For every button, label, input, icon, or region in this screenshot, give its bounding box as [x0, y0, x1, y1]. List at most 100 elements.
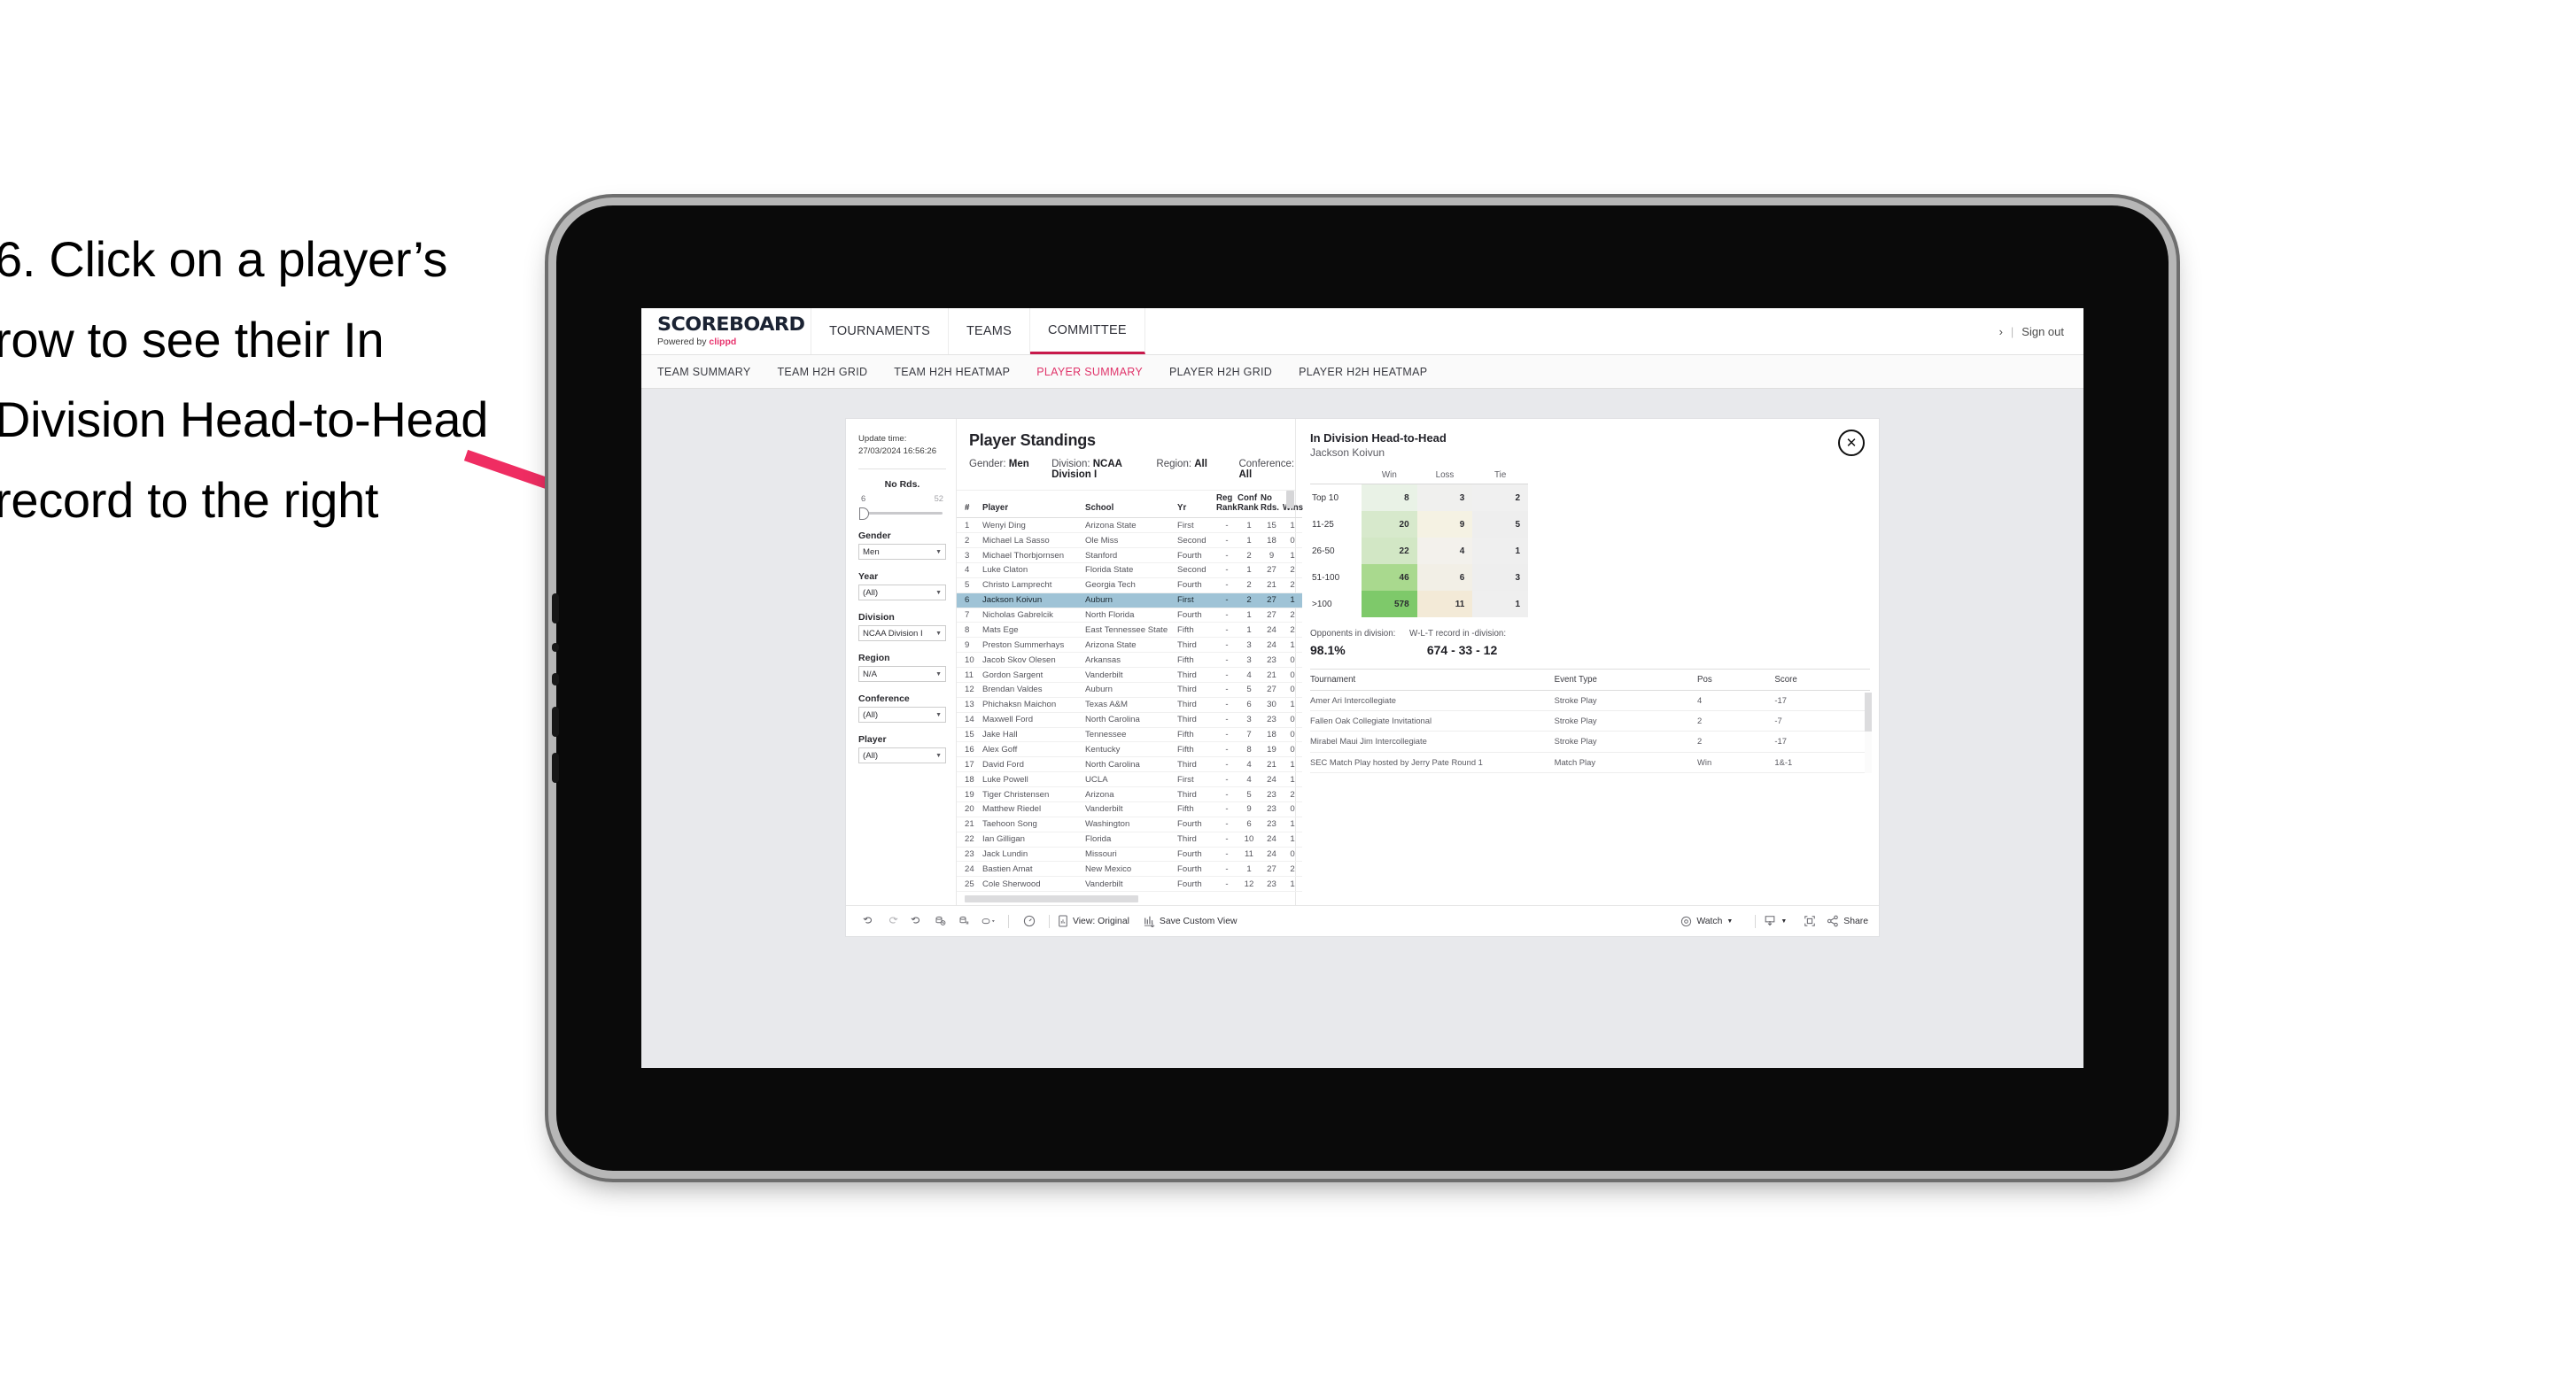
table-row[interactable]: 11 Gordon Sargent Vanderbilt Third -4 21 0 [957, 667, 1302, 683]
save-custom-view-button[interactable]: Save Custom View [1144, 915, 1238, 928]
chevron-down-icon[interactable]: ▼ [935, 590, 942, 596]
hscroll-thumb[interactable] [965, 895, 1138, 903]
table-row[interactable]: 25 Cole Sherwood Vanderbilt Fourth -12 23 1 [957, 876, 1302, 893]
table-row[interactable]: 10 Jacob Skov Olesen Arkansas Fifth -3 23 0 [957, 652, 1302, 669]
table-row[interactable]: 15 Jake Hall Tennessee Fifth -7 18 0 [957, 727, 1302, 743]
tab-player-h2h-grid[interactable]: PLAYER H2H GRID [1169, 366, 1272, 378]
filter-select-year[interactable]: (All) ▼ [858, 585, 946, 601]
refresh-icon[interactable] [928, 910, 952, 933]
table-row[interactable]: 19 Tiger Christensen Arizona Third -5 23 2 [957, 786, 1302, 802]
list-item[interactable]: Fallen Oak Collegiate Invitational Stroke… [1310, 710, 1870, 732]
heatmap-cell[interactable]: 22 [1362, 538, 1417, 564]
col-event-type[interactable]: Event Type [1554, 670, 1698, 691]
standings-horizontal-scrollbar[interactable] [957, 892, 1295, 905]
table-row[interactable]: 16 Alex Goff Kentucky Fifth -8 19 0 [957, 741, 1302, 758]
col-score[interactable]: Score [1774, 670, 1870, 691]
table-row[interactable]: 6 Jackson Koivun Auburn First -2 27 1 [957, 592, 1302, 608]
heatmap-cell[interactable]: 9 [1416, 511, 1473, 538]
share-button[interactable]: Share [1827, 915, 1868, 927]
pause-updates-icon[interactable] [1017, 910, 1041, 933]
table-row[interactable]: 2 Michael La Sasso Ole Miss Second -1 18 0 [957, 532, 1302, 549]
heatmap-cell[interactable]: 46 [1362, 564, 1417, 591]
tournament-scrollbar[interactable] [1865, 693, 1872, 773]
nav-item-tournaments[interactable]: TOURNAMENTS [811, 308, 949, 354]
heatmap-cell[interactable]: 578 [1362, 591, 1417, 617]
table-row[interactable]: 1 Wenyi Ding Arizona State First -1 15 1 [957, 517, 1302, 534]
tournament-scroll-thumb[interactable] [1865, 693, 1872, 732]
heatmap-cell[interactable]: 4 [1416, 538, 1473, 564]
col-player[interactable]: Player [982, 491, 1085, 519]
table-row[interactable]: 20 Matthew Riedel Vanderbilt Fifth -9 23 0 [957, 801, 1302, 817]
col-rank[interactable]: # [957, 491, 982, 519]
tab-player-h2h-heatmap[interactable]: PLAYER H2H HEATMAP [1299, 366, 1427, 378]
chevron-down-icon[interactable]: ▼ [935, 671, 942, 678]
pause-auto-icon[interactable] [976, 910, 1000, 933]
heatmap-cell[interactable]: 8 [1362, 484, 1417, 511]
table-row[interactable]: 5 Christo Lamprecht Georgia Tech Fourth -2 21… [957, 577, 1302, 593]
view-original-button[interactable]: View: Original [1058, 915, 1129, 927]
download-button[interactable]: ▼ [1764, 915, 1787, 927]
tab-player-summary[interactable]: PLAYER SUMMARY [1036, 366, 1143, 378]
filter-select-player[interactable]: (All) ▼ [858, 747, 946, 764]
col-reg-rank[interactable]: Reg Rank [1216, 491, 1238, 519]
fullscreen-icon[interactable] [1797, 910, 1821, 933]
col-year[interactable]: Yr [1177, 491, 1216, 519]
table-row[interactable]: 13 Phichaksn Maichon Texas A&M Third -6 30 1 [957, 697, 1302, 713]
table-row[interactable]: 22 Ian Gilligan Florida Third -10 24 1 [957, 832, 1302, 848]
chevron-down-icon[interactable]: ▼ [935, 549, 942, 555]
chevron-down-icon[interactable]: ▼ [935, 631, 942, 637]
sign-out-link[interactable]: Sign out [2021, 325, 2064, 338]
table-row[interactable]: 8 Mats Ege East Tennessee State Fifth -1 24 2 [957, 622, 1302, 639]
heatmap-cell[interactable]: 1 [1472, 591, 1528, 617]
heatmap-cell[interactable]: 11 [1416, 591, 1473, 617]
tab-team-h2h-heatmap[interactable]: TEAM H2H HEATMAP [894, 366, 1010, 378]
redo-icon[interactable] [881, 910, 904, 933]
table-row[interactable]: 23 Jack Lundin Missouri Fourth -11 24 0 [957, 847, 1302, 863]
tab-team-summary[interactable]: TEAM SUMMARY [657, 366, 750, 378]
watch-button[interactable]: Watch ▼ [1680, 916, 1733, 927]
heatmap-cell[interactable]: 2 [1472, 484, 1528, 511]
chevron-down-icon[interactable]: ▼ [935, 753, 942, 759]
account-caret-icon[interactable]: › [1999, 325, 2003, 338]
chevron-down-icon[interactable]: ▼ [1726, 918, 1733, 925]
filter-select-gender[interactable]: Men ▼ [858, 544, 946, 561]
table-row[interactable]: 12 Brendan Valdes Auburn Third -5 27 0 [957, 682, 1302, 698]
chevron-down-icon[interactable]: ▼ [1781, 918, 1787, 925]
close-icon[interactable]: ✕ [1838, 430, 1865, 456]
table-row[interactable]: 17 David Ford North Carolina Third -4 21 1 [957, 756, 1302, 773]
heatmap-cell[interactable]: 6 [1416, 564, 1473, 591]
table-row[interactable]: 7 Nicholas Gabrelcik North Florida Fourth -1… [957, 608, 1302, 623]
no-rounds-slider[interactable] [858, 507, 946, 521]
app-logo[interactable]: SCOREBOARD Powered by clippd [641, 308, 812, 354]
col-pos[interactable]: Pos [1697, 670, 1775, 691]
col-no-rds[interactable]: No Rds. [1261, 491, 1283, 519]
table-row[interactable]: 21 Taehoon Song Washington Fourth -6 23 1 [957, 817, 1302, 832]
pause-icon[interactable] [952, 910, 976, 933]
standings-vertical-scrollbar[interactable] [1286, 491, 1294, 892]
table-row[interactable]: 3 Michael Thorbjornsen Stanford Fourth -2 9 1 [957, 547, 1302, 563]
tab-team-h2h-grid[interactable]: TEAM H2H GRID [777, 366, 867, 378]
table-row[interactable]: 14 Maxwell Ford North Carolina Third -3 23 0 [957, 712, 1302, 728]
filter-select-division[interactable]: NCAA Division I ▼ [858, 625, 946, 642]
list-item[interactable]: Amer Ari Intercollegiate Stroke Play 4 -17 [1310, 690, 1870, 712]
heatmap-cell[interactable]: 3 [1472, 564, 1528, 591]
heatmap-cell[interactable]: 5 [1472, 511, 1528, 538]
revert-icon[interactable] [904, 910, 928, 933]
slider-handle[interactable] [859, 507, 869, 521]
filter-select-conference[interactable]: (All) ▼ [858, 707, 946, 724]
table-row[interactable]: 24 Bastien Amat New Mexico Fourth -1 27 2 [957, 861, 1302, 878]
heatmap-cell[interactable]: 1 [1472, 538, 1528, 564]
scrollbar-thumb[interactable] [1286, 491, 1294, 508]
col-tournament[interactable]: Tournament [1310, 670, 1555, 691]
heatmap-cell[interactable]: 20 [1362, 511, 1417, 538]
filter-select-region[interactable]: N/A ▼ [858, 666, 946, 683]
nav-item-teams[interactable]: TEAMS [949, 308, 1030, 354]
table-row[interactable]: 9 Preston Summerhays Arizona State Third -3 2… [957, 637, 1302, 654]
heatmap-cell[interactable]: 3 [1416, 484, 1473, 511]
chevron-down-icon[interactable]: ▼ [935, 712, 942, 718]
col-conf-rank[interactable]: Conf Rank [1238, 491, 1261, 519]
undo-icon[interactable] [857, 910, 881, 933]
table-row[interactable]: 4 Luke Claton Florida State Second -1 27 2 [957, 562, 1302, 578]
table-row[interactable]: 18 Luke Powell UCLA First -4 24 1 [957, 771, 1302, 788]
list-item[interactable]: Mirabel Maui Jim Intercollegiate Stroke P… [1310, 731, 1870, 753]
